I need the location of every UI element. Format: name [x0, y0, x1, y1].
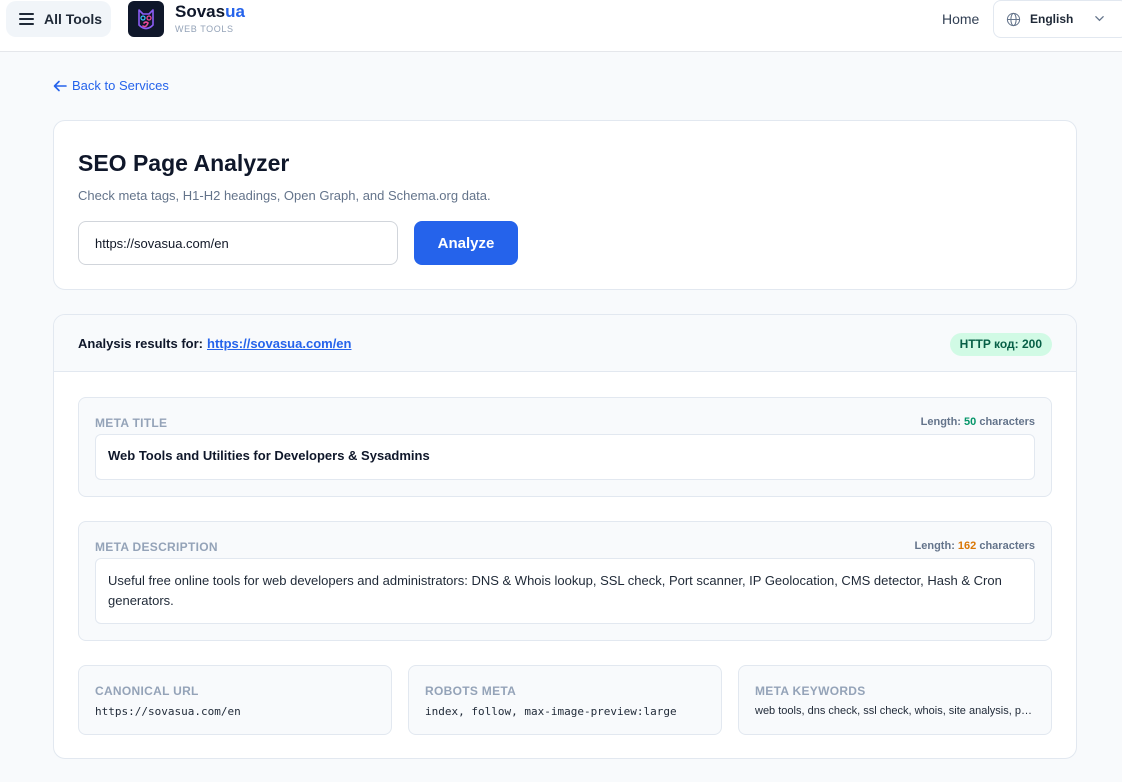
results-url-link[interactable]: https://sovasua.com/en — [207, 336, 351, 351]
results-label: Analysis results for: https://sovasua.com… — [78, 336, 352, 351]
language-label: English — [1030, 12, 1074, 26]
all-tools-button[interactable]: All Tools — [6, 1, 111, 37]
meta-keywords-box: META KEYWORDS web tools, dns check, ssl … — [738, 665, 1052, 735]
results-card: Analysis results for: https://sovasua.com… — [53, 314, 1077, 759]
chevron-down-icon — [1095, 16, 1104, 22]
globe-icon — [1006, 12, 1021, 26]
meta-description-value: Useful free online tools for web develop… — [95, 558, 1035, 624]
page-title: SEO Page Analyzer — [78, 150, 290, 176]
meta-title-length: Length: 50 characters — [920, 416, 1035, 428]
brand[interactable]: Sovasua WEB TOOLS — [175, 2, 245, 35]
meta-title-length-value: 50 — [964, 416, 977, 428]
meta-description-section: META DESCRIPTION Length: 162 characters … — [78, 521, 1052, 641]
analyzer-card: SEO Page Analyzer Check meta tags, H1-H2… — [53, 120, 1077, 290]
canonical-url-value: https://sovasua.com/en — [95, 705, 241, 718]
http-status-badge: HTTP код: 200 — [949, 333, 1052, 356]
robots-meta-box: ROBOTS META index, follow, max-image-pre… — [408, 665, 722, 735]
meta-description-length: Length: 162 characters — [914, 540, 1035, 552]
results-header: Analysis results for: https://sovasua.com… — [54, 315, 1076, 372]
robots-meta-label: ROBOTS META — [425, 684, 517, 698]
arrow-left-icon — [53, 80, 67, 91]
meta-keywords-label: META KEYWORDS — [755, 684, 866, 698]
canonical-url-label: CANONICAL URL — [95, 684, 199, 698]
brand-tagline: WEB TOOLS — [175, 24, 234, 34]
menu-icon — [19, 13, 34, 25]
robots-meta-value: index, follow, max-image-preview:large — [425, 705, 677, 718]
meta-description-label: META DESCRIPTION — [95, 540, 218, 554]
url-input[interactable] — [78, 221, 398, 265]
all-tools-label: All Tools — [44, 11, 103, 27]
page-subtitle: Check meta tags, H1-H2 headings, Open Gr… — [78, 188, 491, 203]
meta-title-section: META TITLE Length: 50 characters Web Too… — [78, 397, 1052, 497]
top-bar: All Tools Sovasua WEB TOOLS Home English — [0, 0, 1122, 52]
brand-name: Sovasua — [175, 2, 245, 21]
meta-description-length-value: 162 — [957, 540, 977, 552]
nav-home-link[interactable]: Home — [942, 11, 979, 27]
meta-title-label: META TITLE — [95, 416, 168, 430]
analyze-button[interactable]: Analyze — [414, 221, 518, 265]
back-to-services-link[interactable]: Back to Services — [53, 78, 169, 93]
meta-title-value: Web Tools and Utilities for Developers &… — [95, 434, 1035, 480]
meta-keywords-value: web tools, dns check, ssl check, whois, … — [755, 705, 1037, 717]
canonical-url-box: CANONICAL URL https://sovasua.com/en — [78, 665, 392, 735]
language-select[interactable]: English — [993, 0, 1122, 38]
owl-logo-icon[interactable] — [128, 1, 164, 37]
back-link-label: Back to Services — [72, 78, 169, 93]
